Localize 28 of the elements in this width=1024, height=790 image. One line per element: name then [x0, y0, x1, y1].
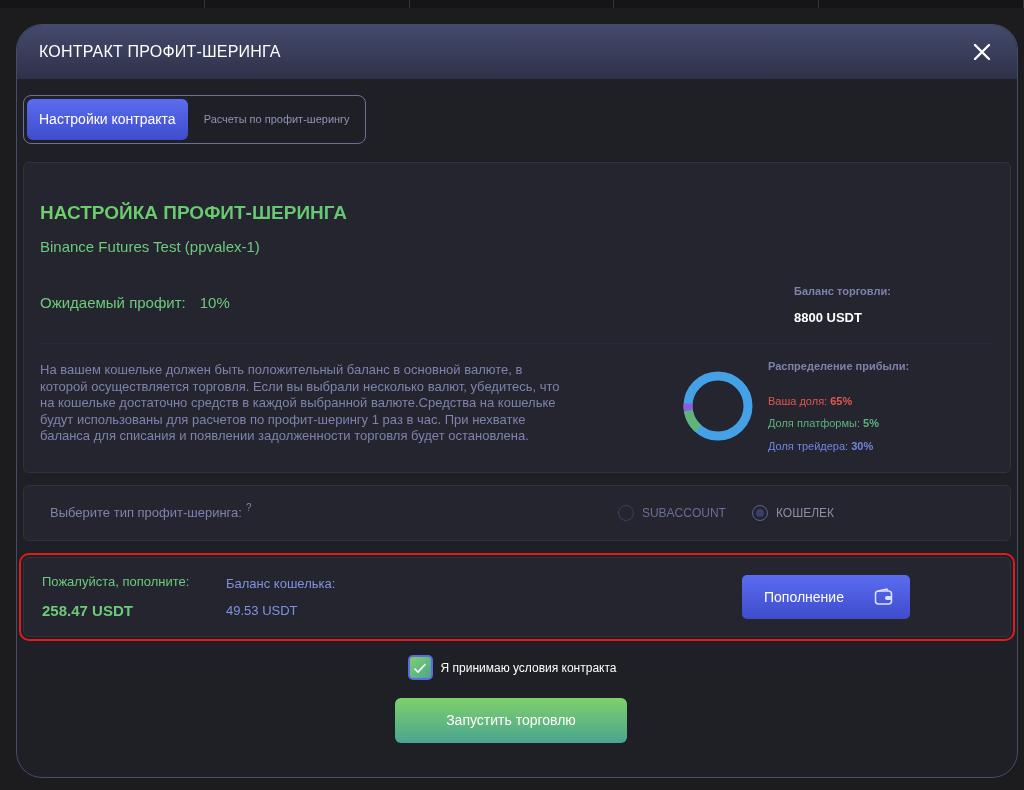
required-amount-value: 258.47 USDT: [42, 600, 134, 621]
distribution-label: Распределение прибыли:: [768, 359, 911, 374]
exchange-name: Binance Futures Test (ppvalex-1): [40, 236, 261, 257]
share-item: Доля трейдера: 30%: [768, 438, 875, 454]
close-icon[interactable]: [973, 43, 991, 61]
notice-paragraph: На вашем кошельке должен быть положительный баланс в основной валюте, в которой осуществляется торговля. Если вы выбрали несколько валют, убедитесь, что на кошельке достаточно средств в каждой выбранной валюте.Средства на кошельке будут использованы для расчетов по профит-шерингу 1 раз в час. При нехватке баланса для списания и появлении задолженности торговля будет остановлена.: [40, 361, 561, 445]
wallet-balance-value: 49.53 USDT: [226, 602, 299, 620]
expected-profit-label: Ожидаемый профит:: [40, 293, 186, 313]
help-hint[interactable]: ?: [245, 502, 252, 514]
sharing-type-label: Выберите тип профит-шеринга:: [50, 504, 242, 523]
share-item: Ваша доля: 65%: [768, 393, 854, 409]
required-amount-label: Пожалуйста, пополните:: [42, 573, 191, 591]
share-item: Доля платформы: 5%: [768, 416, 880, 431]
donut-chart-drawing: [682, 370, 754, 442]
option-label: КОШЕЛЕК: [775, 505, 834, 522]
expected-profit-value: 10%: [199, 293, 230, 313]
wallet-balance-label: Баланс кошелька:: [226, 574, 336, 593]
deposit-button[interactable]: Пополнение: [742, 575, 910, 619]
wallet-icon: [874, 588, 894, 606]
tab[interactable]: Расчеты по профит-шерингу: [191, 99, 362, 140]
accept-label: Я принимаю условия контракта: [440, 659, 617, 677]
trade-balance-label: Баланс торговли:: [794, 284, 892, 299]
check-icon: [413, 661, 427, 674]
dialog-title: КОНТРАКТ ПРОФИТ-ШЕРИНГА: [39, 42, 281, 62]
accept-checkbox[interactable]: [407, 655, 433, 680]
tab[interactable]: Настройки контракта: [27, 99, 188, 140]
trade-balance-value: 8800 USDT: [794, 308, 863, 327]
option-label: SUBACCOUNT: [641, 505, 726, 522]
